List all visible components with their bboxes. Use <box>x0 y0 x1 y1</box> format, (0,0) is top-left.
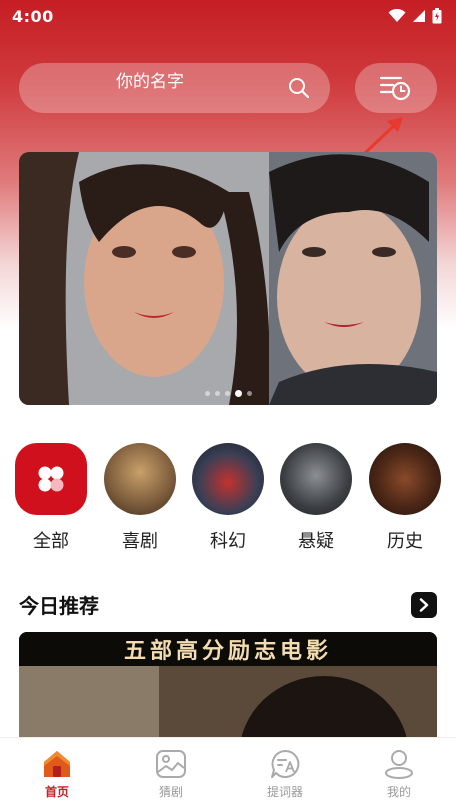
carousel-dot[interactable] <box>204 391 210 396</box>
nav-label: 提词器 <box>266 785 303 799</box>
search-input[interactable]: 你的名字 <box>19 63 330 113</box>
nav-label: 我的 <box>386 785 411 799</box>
history-list-icon <box>379 76 411 101</box>
carousel-dot[interactable] <box>246 391 252 396</box>
category-label: 喜剧 <box>122 531 158 552</box>
recommend-card-image <box>19 666 437 742</box>
recommend-card-header: 五部高分励志电影 <box>19 632 437 666</box>
nav-guess[interactable]: 猜剧 <box>114 738 228 811</box>
history-button[interactable] <box>355 63 437 113</box>
category-thumbnail <box>280 443 352 515</box>
category-scifi[interactable]: 科幻 <box>192 443 264 553</box>
banner-image <box>19 152 437 405</box>
wifi-icon <box>388 9 406 22</box>
nav-prompter[interactable]: 提词器 <box>228 738 342 811</box>
carousel-dot-active[interactable] <box>234 390 242 397</box>
signal-icon <box>413 10 425 22</box>
image-icon <box>156 750 186 778</box>
chat-a-icon <box>271 749 300 778</box>
nav-label: 猜剧 <box>158 785 183 799</box>
recommend-card[interactable]: 五部高分励志电影 <box>19 632 437 742</box>
category-thumbnail <box>192 443 264 515</box>
category-label: 全部 <box>33 531 69 552</box>
carousel-dot[interactable] <box>214 391 220 396</box>
status-icons <box>388 8 442 24</box>
status-bar: 4:00 <box>0 0 456 32</box>
recommend-card-title: 五部高分励志电影 <box>123 638 332 664</box>
category-history[interactable]: 历史 <box>369 443 441 553</box>
grid-icon <box>15 443 87 515</box>
search-placeholder: 你的名字 <box>116 72 184 92</box>
section-title: 今日推荐 <box>19 594 99 618</box>
banner-carousel[interactable] <box>19 152 437 405</box>
category-comedy[interactable]: 喜剧 <box>104 443 176 553</box>
category-mystery[interactable]: 悬疑 <box>280 443 352 553</box>
battery-icon <box>432 8 442 24</box>
category-label: 历史 <box>387 531 423 552</box>
home-icon <box>44 751 70 777</box>
nav-label: 首页 <box>44 785 69 799</box>
category-all[interactable]: 全部 <box>15 443 87 553</box>
chevron-right-icon[interactable] <box>411 592 437 618</box>
nav-mine[interactable]: 我的 <box>342 738 456 811</box>
category-row: 全部 喜剧 科幻 悬疑 历史 <box>0 443 456 553</box>
person-icon <box>385 750 413 779</box>
category-thumbnail <box>104 443 176 515</box>
carousel-indicator <box>19 390 437 397</box>
bottom-navigation: 首页 猜剧 提词器 我的 <box>0 737 456 811</box>
category-label: 悬疑 <box>298 531 334 552</box>
search-icon[interactable] <box>288 77 310 99</box>
category-label: 科幻 <box>210 531 246 552</box>
status-time: 4:00 <box>12 6 54 26</box>
category-thumbnail <box>369 443 441 515</box>
nav-home[interactable]: 首页 <box>0 738 114 811</box>
carousel-dot[interactable] <box>224 391 230 396</box>
